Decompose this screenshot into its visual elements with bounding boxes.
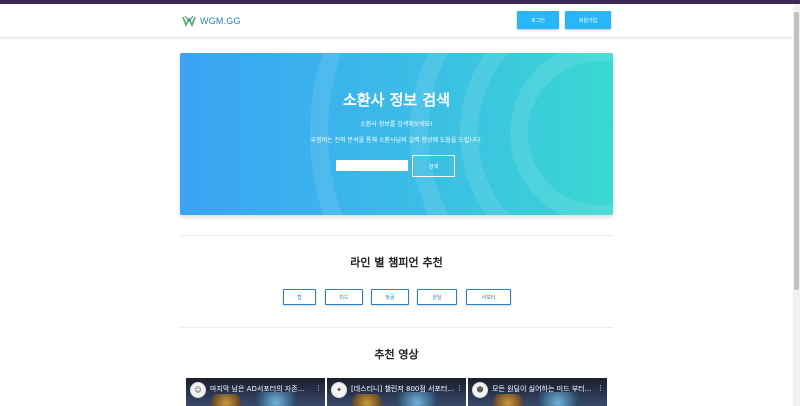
logo-text: WGM.GG [200,16,241,26]
section-divider [180,235,613,236]
more-options-icon[interactable]: ⋮ [597,384,604,392]
video-thumbnail-art [538,392,588,406]
video-thumbnail-art [206,394,246,406]
lane-button-top[interactable]: 탑 [283,289,316,305]
signup-button[interactable]: 회원가입 [565,11,611,29]
lane-button-mid[interactable]: 미드 [325,289,363,305]
hero-subtitle: 소환사 정보를 검색해보세요! [360,121,433,128]
hero-title: 소환사 정보 검색 [342,91,451,109]
video-title: [데스티니] 챌린저 800점 서포터... [351,385,455,393]
video-section-title: 추천 영상 [374,348,419,361]
channel-avatar: ✦ [331,382,347,398]
navbar: WGM.GG 로그인 회원가입 [0,4,793,38]
lane-button-adc[interactable]: 원딜 [417,289,457,305]
lane-button-support[interactable]: 서포터 [466,289,511,305]
video-card[interactable]: ✦ [데스티니] 챌린저 800점 서포터... ⋮ [327,378,466,406]
video-thumbnail-art [347,394,387,406]
channel-avatar: ☻ [472,382,488,398]
video-thumbnail-art [488,394,528,406]
video-thumbnail-art [256,392,306,406]
lane-button-jungle[interactable]: 정글 [371,289,409,305]
hero-decor-ring [310,53,613,215]
logo-icon [182,15,196,27]
search-button[interactable]: 검색 [412,155,455,177]
more-options-icon[interactable]: ⋮ [315,384,322,392]
login-button[interactable]: 로그인 [517,11,559,29]
scrollbar-thumb[interactable] [794,12,799,290]
summoner-search-input[interactable] [336,160,408,171]
video-title: 모든 원딜이 싫어하는 미드 부터... [492,385,592,393]
site-logo[interactable]: WGM.GG [182,13,241,29]
video-card[interactable]: ☻ 모든 원딜이 싫어하는 미드 부터... ⋮ [468,378,607,406]
summoner-search-hero: 소환사 정보 검색 소환사 정보를 검색해보세요! 우정머는 전적 분석을 통해… [180,53,613,215]
section-divider [180,327,613,328]
channel-avatar: ☺ [190,382,206,398]
recommended-videos: ☺ 마지막 남은 AD서포터의 자존... ⋮ ✦ [데스티니] 챌린저 800… [186,378,607,406]
hero-description: 우정머는 전적 분석을 통해 소환사님의 실력 향상에 도움을 드립니다. [310,137,483,144]
video-title: 마지막 남은 AD서포터의 자존... [210,385,305,393]
video-card[interactable]: ☺ 마지막 남은 AD서포터의 자존... ⋮ [186,378,325,406]
more-options-icon[interactable]: ⋮ [456,384,463,392]
lane-section-title: 라인 별 챔피언 추천 [350,256,443,269]
video-thumbnail-art [397,392,447,406]
